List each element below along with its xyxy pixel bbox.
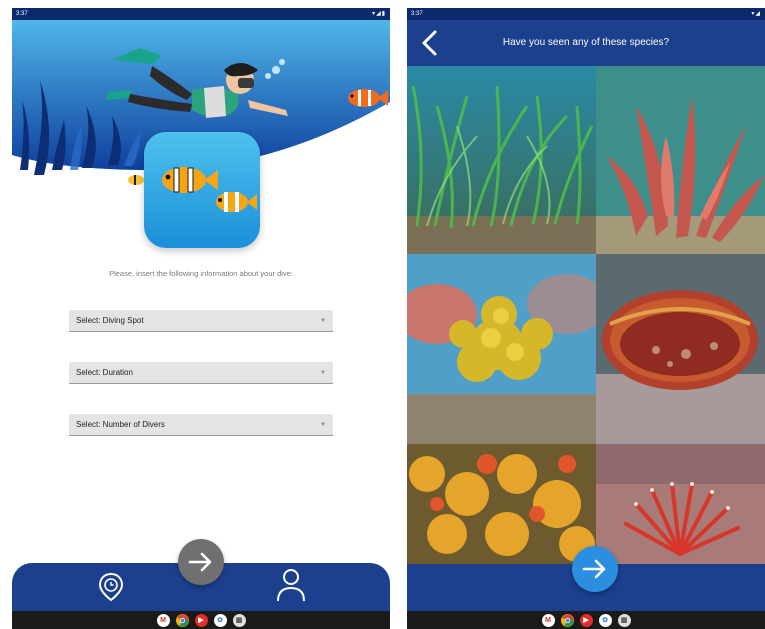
duration-select-label: Select: Duration bbox=[76, 368, 133, 377]
youtube-icon[interactable]: ▶ bbox=[579, 613, 593, 627]
diving-spot-select[interactable]: Select: Diving Spot ▼ bbox=[69, 310, 333, 332]
status-icons: ▾◢▮ bbox=[372, 11, 386, 17]
page-title: Have you seen any of these species? bbox=[502, 37, 670, 48]
arrow-right-icon bbox=[188, 552, 212, 572]
species-tile-fan-worm[interactable] bbox=[596, 444, 765, 564]
status-icons: ▾◢ bbox=[751, 11, 761, 17]
gmail-icon[interactable]: M bbox=[156, 613, 170, 627]
photos-icon[interactable]: ✿ bbox=[598, 613, 612, 627]
photos-icon[interactable]: ✿ bbox=[213, 613, 227, 627]
species-grid bbox=[407, 66, 765, 564]
apps-icon[interactable]: ▦ bbox=[617, 613, 631, 627]
location-timer-icon[interactable] bbox=[97, 572, 125, 607]
status-bar: 3:37 ▾◢ bbox=[407, 8, 765, 20]
chevron-down-icon: ▼ bbox=[320, 318, 326, 324]
dive-info-screen: 3:37 ▾◢▮ Please, insert the following in… bbox=[12, 8, 390, 629]
app-bar: Have you seen any of these species? bbox=[407, 20, 765, 66]
species-screen: 3:37 ▾◢ Have you seen any of these speci… bbox=[407, 8, 765, 629]
app-logo bbox=[144, 132, 260, 248]
gmail-icon[interactable]: M bbox=[541, 613, 555, 627]
chevron-down-icon: ▼ bbox=[320, 370, 326, 376]
status-time: 3:37 bbox=[16, 11, 28, 17]
species-tile-red-shell[interactable] bbox=[596, 254, 765, 444]
status-bar: 3:37 ▾◢▮ bbox=[12, 8, 390, 20]
system-dock: M ▶ ✿ ▦ bbox=[407, 611, 765, 629]
species-tile-orange-coral[interactable] bbox=[407, 444, 596, 564]
next-button[interactable] bbox=[178, 539, 224, 585]
user-icon[interactable] bbox=[276, 568, 306, 607]
species-tile-seagrass[interactable] bbox=[407, 66, 596, 254]
species-tile-yellow-sponge[interactable] bbox=[407, 254, 596, 444]
arrow-right-icon bbox=[582, 559, 606, 579]
chevron-down-icon: ▼ bbox=[320, 422, 326, 428]
chrome-icon[interactable] bbox=[175, 613, 189, 627]
chrome-icon[interactable] bbox=[560, 613, 574, 627]
youtube-icon[interactable]: ▶ bbox=[194, 613, 208, 627]
number-of-divers-select-label: Select: Number of Divers bbox=[76, 420, 165, 429]
number-of-divers-select[interactable]: Select: Number of Divers ▼ bbox=[69, 414, 333, 436]
system-dock: M ▶ ✿ ▦ bbox=[12, 611, 390, 629]
diving-spot-select-label: Select: Diving Spot bbox=[76, 316, 144, 325]
status-time: 3:37 bbox=[411, 11, 423, 17]
dive-info-prompt: Please, insert the following information… bbox=[109, 269, 293, 278]
apps-icon[interactable]: ▦ bbox=[232, 613, 246, 627]
next-button[interactable] bbox=[572, 546, 618, 592]
species-tile-red-algae[interactable] bbox=[596, 66, 765, 254]
duration-select[interactable]: Select: Duration ▼ bbox=[69, 362, 333, 384]
